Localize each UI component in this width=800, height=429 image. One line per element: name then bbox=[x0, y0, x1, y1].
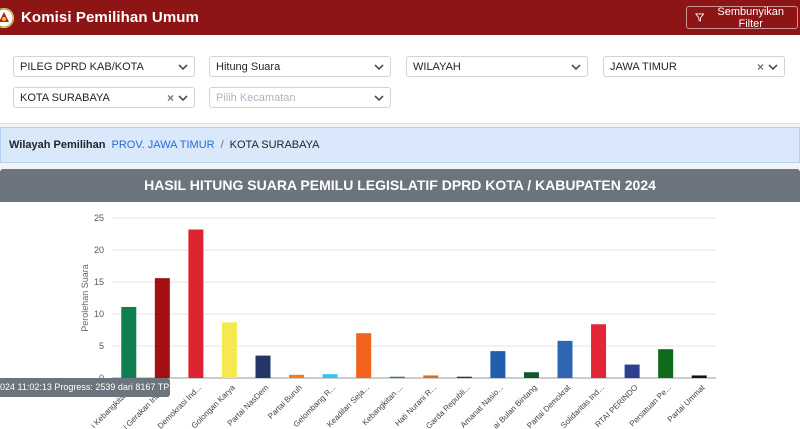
app-title: Komisi Pemilihan Umum bbox=[21, 9, 199, 26]
y-tick-label: 25 bbox=[94, 213, 104, 223]
bar-8[interactable] bbox=[356, 333, 372, 378]
kota-select-value: KOTA SURABAYA bbox=[20, 91, 110, 104]
provinsi-select[interactable]: JAWA TIMUR × bbox=[603, 56, 785, 77]
breadcrumb-label: Wilayah Pemilihan bbox=[9, 139, 106, 151]
bar-18[interactable] bbox=[691, 375, 707, 378]
chevron-down-icon bbox=[178, 94, 188, 101]
bar-12[interactable] bbox=[490, 351, 506, 378]
tingkat-select[interactable]: WILAYAH bbox=[406, 56, 588, 77]
progress-status: 024 11:02:13 Progress: 2539 dari 8167 TP… bbox=[0, 378, 170, 397]
bar-6[interactable] bbox=[289, 374, 305, 378]
bar-3[interactable] bbox=[188, 229, 204, 378]
chevron-down-icon bbox=[768, 63, 778, 70]
bar-15[interactable] bbox=[591, 324, 607, 378]
pemilu-select-value: PILEG DPRD KAB/KOTA bbox=[20, 60, 144, 73]
jenis-select-value: Hitung Suara bbox=[216, 60, 281, 73]
bar-7[interactable] bbox=[322, 374, 338, 378]
y-tick-label: 15 bbox=[94, 277, 104, 287]
kecamatan-select[interactable]: Pilih Kecamatan bbox=[209, 87, 391, 108]
kecamatan-select-placeholder: Pilih Kecamatan bbox=[216, 91, 296, 104]
pemilu-select[interactable]: PILEG DPRD KAB/KOTA bbox=[13, 56, 195, 77]
y-tick-label: 20 bbox=[94, 245, 104, 255]
y-tick-label: 5 bbox=[99, 341, 104, 351]
bar-17[interactable] bbox=[658, 349, 674, 378]
top-navbar: Komisi Pemilihan Umum Sembunyikan Filter bbox=[0, 0, 800, 35]
y-axis-label: Perolehan Suara bbox=[80, 264, 90, 332]
chart-title: HASIL HITUNG SUARA PEMILU LEGISLATIF DPR… bbox=[0, 169, 800, 202]
bar-2[interactable] bbox=[154, 278, 170, 378]
clear-provinsi-icon[interactable]: × bbox=[757, 60, 764, 74]
clear-kota-icon[interactable]: × bbox=[167, 91, 174, 105]
bar-16[interactable] bbox=[624, 364, 640, 378]
chevron-down-icon bbox=[178, 63, 188, 70]
y-tick-label: 10 bbox=[94, 309, 104, 319]
breadcrumb: Wilayah Pemilihan PROV. JAWA TIMUR / KOT… bbox=[0, 127, 800, 163]
bar-4[interactable] bbox=[221, 322, 237, 378]
chevron-down-icon bbox=[571, 63, 581, 70]
jenis-select[interactable]: Hitung Suara bbox=[209, 56, 391, 77]
breadcrumb-province-link[interactable]: PROV. JAWA TIMUR bbox=[112, 139, 215, 151]
bar-14[interactable] bbox=[557, 340, 573, 378]
bar-5[interactable] bbox=[255, 355, 271, 378]
provinsi-select-value: JAWA TIMUR bbox=[610, 60, 677, 73]
toggle-filter-button[interactable]: Sembunyikan Filter bbox=[686, 5, 798, 30]
bar-9[interactable] bbox=[389, 376, 405, 378]
filter-panel: PILEG DPRD KAB/KOTA Hitung Suara WILAYAH… bbox=[0, 35, 800, 124]
bar-1[interactable] bbox=[121, 306, 137, 378]
kota-select[interactable]: KOTA SURABAYA × bbox=[13, 87, 195, 108]
toggle-filter-label: Sembunyikan Filter bbox=[717, 5, 785, 30]
chevron-down-icon bbox=[374, 94, 384, 101]
breadcrumb-separator: / bbox=[220, 139, 224, 151]
tingkat-select-value: WILAYAH bbox=[413, 60, 461, 73]
kpu-logo-icon bbox=[0, 8, 14, 28]
chevron-down-icon bbox=[374, 63, 384, 70]
filter-icon bbox=[695, 13, 705, 22]
bar-10[interactable] bbox=[423, 375, 439, 378]
bar-13[interactable] bbox=[523, 372, 539, 378]
breadcrumb-current-city: KOTA SURABAYA bbox=[229, 139, 320, 151]
bar-11[interactable] bbox=[456, 376, 472, 378]
